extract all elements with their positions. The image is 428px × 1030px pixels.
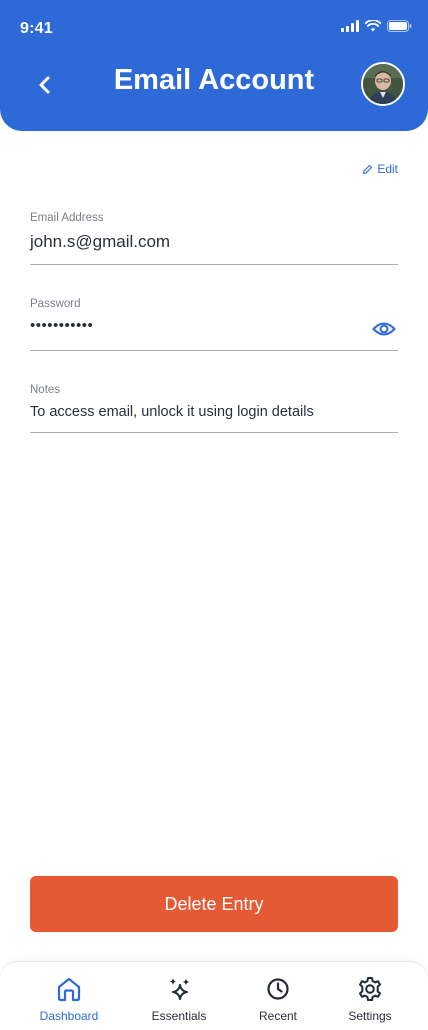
show-password-button[interactable] (372, 320, 398, 340)
tab-recent[interactable]: Recent (228, 962, 328, 1030)
email-value: john.s@gmail.com (30, 232, 171, 251)
sparkles-icon (170, 978, 189, 1000)
notes-field[interactable]: Notes To access email, unlock it using l… (30, 382, 398, 433)
delete-entry-button[interactable]: Delete Entry (30, 876, 398, 932)
eye-icon (372, 322, 396, 336)
tab-label-settings: Settings (348, 1009, 392, 1023)
tab-settings[interactable]: Settings (320, 962, 420, 1030)
pencil-icon (363, 164, 373, 174)
status-icons (341, 20, 412, 32)
password-label: Password (30, 298, 81, 310)
notes-value: To access email, unlock it using login d… (30, 404, 314, 420)
app-header: 9:41 Email Account (0, 0, 428, 131)
tab-essentials[interactable]: Essentials (129, 962, 229, 1030)
clock-icon (267, 978, 289, 1000)
tab-label-dashboard: Dashboard (39, 1009, 99, 1023)
password-value: ••••••••••• (30, 317, 94, 334)
bottom-tab-bar: Dashboard Essentials Recent Settings (0, 961, 428, 1030)
gear-icon (359, 977, 381, 1001)
tab-label-essentials: Essentials (151, 1009, 207, 1023)
avatar[interactable] (361, 62, 405, 106)
signal-icon (341, 20, 359, 32)
email-label: Email Address (30, 212, 104, 224)
edit-label: Edit (377, 162, 398, 176)
tab-dashboard[interactable]: Dashboard (19, 962, 119, 1030)
home-icon (57, 977, 81, 1002)
password-field[interactable]: Password ••••••••••• (30, 296, 398, 351)
status-time: 9:41 (20, 20, 53, 37)
battery-icon (387, 20, 412, 32)
avatar-image (363, 64, 403, 104)
email-field[interactable]: Email Address john.s@gmail.com (30, 210, 398, 265)
tab-label-recent: Recent (258, 1009, 298, 1023)
wifi-icon (365, 20, 381, 32)
edit-button[interactable]: Edit (362, 162, 398, 176)
notes-label: Notes (30, 384, 61, 396)
